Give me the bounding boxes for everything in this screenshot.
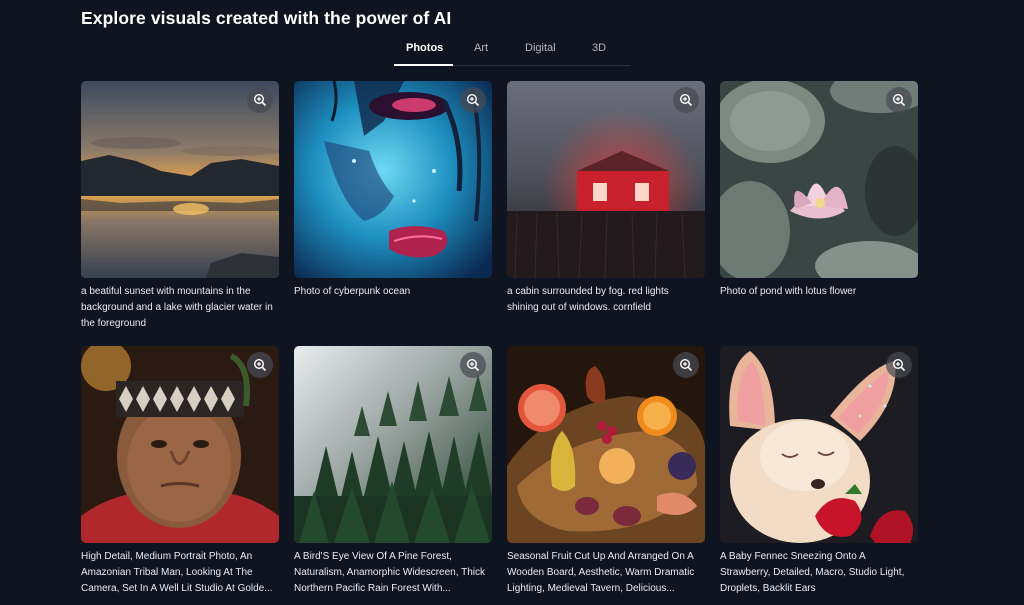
gallery-caption: a beatiful sunset with mountains in the … [81,286,273,329]
gallery-card-lotus: Photo of pond with lotus flower [720,81,918,300]
zoom-in-button[interactable] [886,87,912,113]
gallery-thumbnail[interactable] [294,81,492,278]
zoom-in-icon [892,358,906,372]
gallery-thumbnail[interactable] [507,346,705,543]
gallery-card-fruit: Seasonal Fruit Cut Up And Arranged On A … [507,346,705,597]
gallery-thumbnail[interactable] [294,346,492,543]
zoom-in-icon [466,358,480,372]
sunset-lake-image [81,81,279,278]
tab-photos[interactable]: Photos [406,42,443,54]
gallery-thumbnail[interactable] [81,346,279,543]
cyberpunk-face-image [294,81,492,278]
gallery-caption: a cabin surrounded by fog. red lights sh… [507,286,669,313]
zoom-in-button[interactable] [247,87,273,113]
zoom-in-button[interactable] [247,352,273,378]
tab-art[interactable]: Art [474,42,488,54]
active-tab-indicator [394,64,453,66]
gallery-card-sunset: a beatiful sunset with mountains in the … [81,81,279,332]
gallery-caption: A Baby Fennec Sneezing Onto A Strawberry… [720,551,905,594]
gallery-card-forest: A Bird'S Eye View Of A Pine Forest, Natu… [294,346,492,597]
zoom-in-icon [466,93,480,107]
gallery-caption: Photo of pond with lotus flower [720,286,857,297]
zoom-in-button[interactable] [673,352,699,378]
gallery-caption: Seasonal Fruit Cut Up And Arranged On A … [507,551,695,594]
gallery-card-cabin: a cabin surrounded by fog. red lights sh… [507,81,705,316]
gallery-thumbnail[interactable] [507,81,705,278]
gallery-thumbnail[interactable] [720,81,918,278]
tribal-portrait-image [81,346,279,543]
gallery-card-portrait: High Detail, Medium Portrait Photo, An A… [81,346,279,597]
category-tabs: Photos Art Digital 3D [394,40,630,66]
gallery-card-cyberpunk: Photo of cyberpunk ocean [294,81,492,300]
gallery-caption: Photo of cyberpunk ocean [294,286,411,297]
zoom-in-button[interactable] [673,87,699,113]
zoom-in-icon [253,93,267,107]
pine-forest-image [294,346,492,543]
zoom-in-icon [253,358,267,372]
gallery-caption: High Detail, Medium Portrait Photo, An A… [81,551,273,594]
zoom-in-button[interactable] [460,352,486,378]
tab-3d[interactable]: 3D [592,42,606,54]
fruit-board-image [507,346,705,543]
zoom-in-icon [679,358,693,372]
page-title: Explore visuals created with the power o… [81,8,452,28]
gallery-thumbnail[interactable] [81,81,279,278]
tab-digital[interactable]: Digital [525,42,556,54]
fennec-fox-image [720,346,918,543]
page: Explore visuals created with the power o… [0,0,1024,605]
zoom-in-button[interactable] [886,352,912,378]
zoom-in-button[interactable] [460,87,486,113]
lotus-pond-image [720,81,918,278]
gallery-caption: A Bird'S Eye View Of A Pine Forest, Natu… [294,551,485,594]
zoom-in-icon [892,93,906,107]
gallery-thumbnail[interactable] [720,346,918,543]
gallery-card-fennec: A Baby Fennec Sneezing Onto A Strawberry… [720,346,918,597]
foggy-cabin-image [507,81,705,278]
zoom-in-icon [679,93,693,107]
